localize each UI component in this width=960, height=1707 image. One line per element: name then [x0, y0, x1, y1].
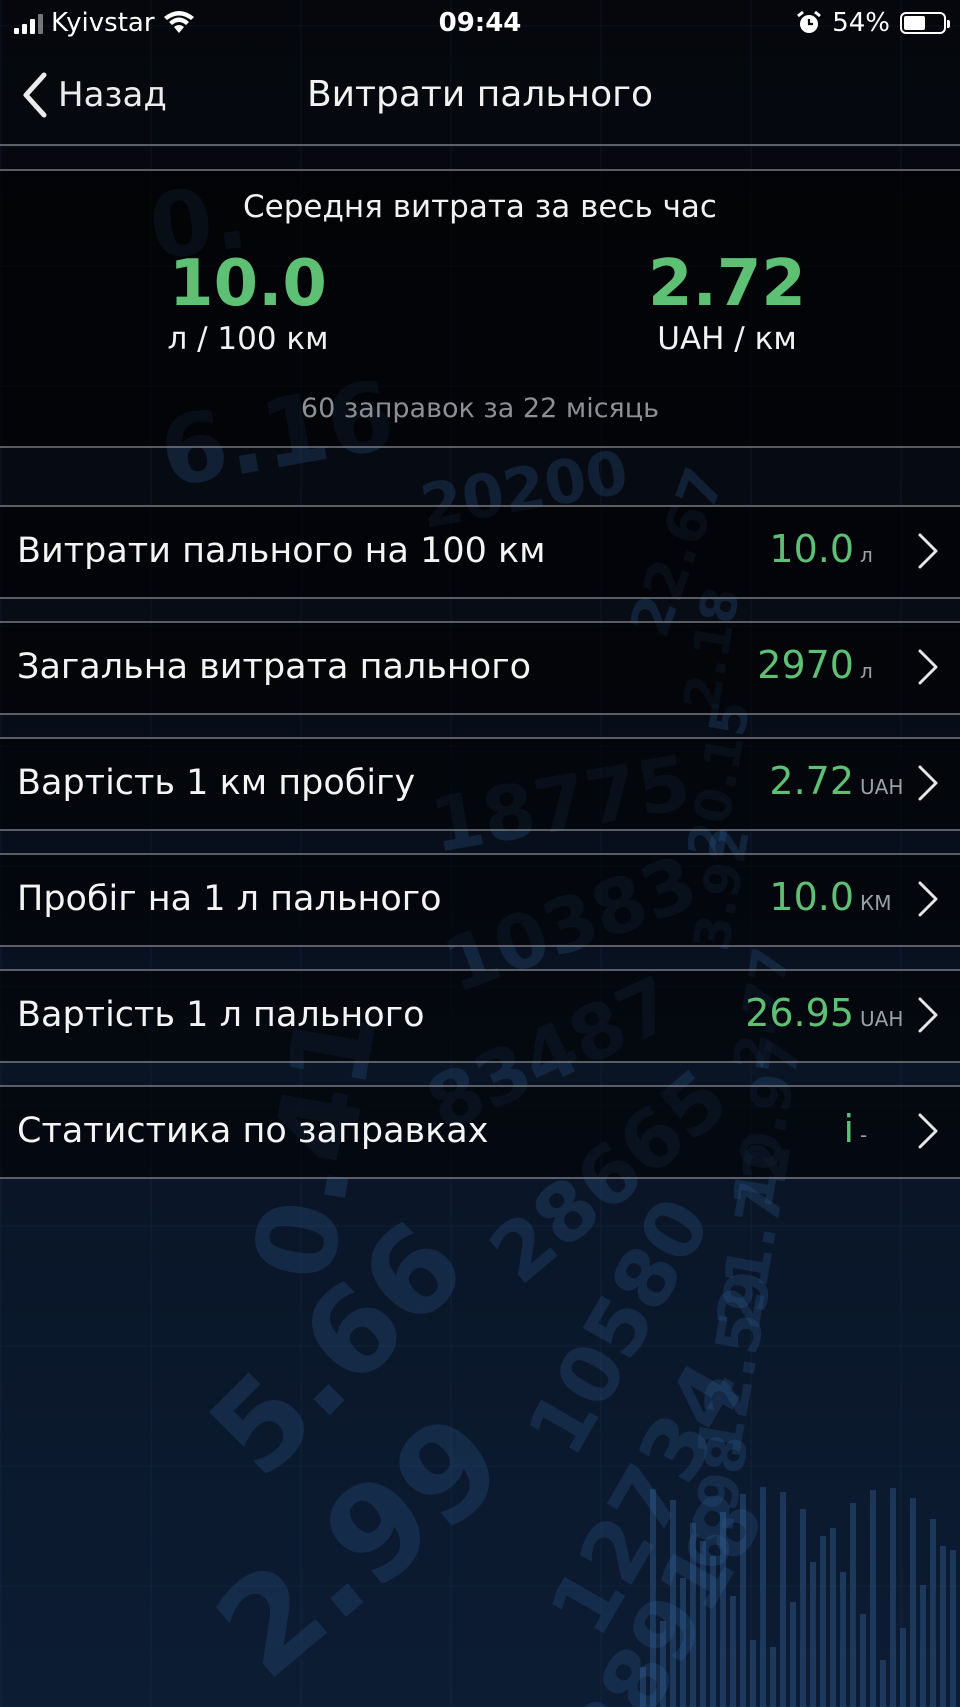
row-value: 10.0 [769, 875, 854, 919]
row-cost-per-liter[interactable]: Вартість 1 л пального 26.95 UAH [0, 969, 960, 1063]
row-value: 2970 [757, 643, 854, 687]
metric-value: 2.72 [648, 247, 806, 321]
row-unit: UAH [860, 1007, 904, 1031]
battery-percent: 54% [832, 8, 890, 38]
alarm-icon [797, 10, 822, 33]
metric-unit: л / 100 км [167, 321, 329, 357]
row-refuel-statistics[interactable]: Статистика по заправках i - [0, 1085, 960, 1179]
row-unit: л [860, 543, 873, 567]
row-unit: КМ [860, 891, 892, 915]
row-label: Вартість 1 л пального [17, 995, 425, 1035]
row-label: Статистика по заправках [17, 1111, 489, 1151]
row-value: 26.95 [745, 991, 854, 1035]
row-unit: - [860, 1123, 868, 1147]
navigation-bar: Назад Витрати пального [0, 50, 960, 146]
row-distance-per-liter[interactable]: Пробіг на 1 л пального 10.0 КМ [0, 853, 960, 947]
row-value: i [843, 1107, 854, 1151]
row-label: Загальна витрата пального [17, 647, 531, 687]
consumption-per-100km-metric: 10.0 л / 100 км [98, 249, 398, 359]
metric-unit: UAH / км [657, 321, 797, 357]
row-consumption-per-100km[interactable]: Витрати пального на 100 км 10.0 л [0, 505, 960, 599]
row-unit: л [860, 659, 873, 683]
row-unit: UAH [860, 775, 904, 799]
battery-icon [900, 12, 950, 34]
row-value: 10.0 [769, 527, 854, 571]
chevron-right-icon [918, 649, 938, 685]
summary-title: Середня витрата за весь час [243, 189, 717, 225]
average-consumption-summary: Середня витрата за весь час 10.0 л / 100… [0, 169, 960, 448]
chevron-right-icon [918, 533, 938, 569]
row-label: Витрати пального на 100 км [17, 531, 546, 571]
chevron-right-icon [918, 881, 938, 917]
status-bar: Kyivstar 09:44 54% [0, 0, 960, 50]
row-total-fuel[interactable]: Загальна витрата пального 2970 л [0, 621, 960, 715]
fuel-consumption-screen: 0. 6.16 20200 22.67 2.18 20.15 3.92 2.77… [0, 0, 960, 1707]
refuel-count-note: 60 заправок за 22 місяць [300, 393, 660, 424]
row-label: Вартість 1 км пробігу [17, 763, 416, 803]
row-label: Пробіг на 1 л пального [17, 879, 442, 919]
chevron-right-icon [918, 765, 938, 801]
metric-value: 10.0 [169, 247, 327, 321]
chevron-right-icon [918, 997, 938, 1033]
page-title: Витрати пального [306, 74, 654, 115]
chevron-right-icon [918, 1113, 938, 1149]
cost-per-km-metric: 2.72 UAH / км [577, 249, 877, 359]
row-cost-per-km[interactable]: Вартість 1 км пробігу 2.72 UAH [0, 737, 960, 831]
row-value: 2.72 [769, 759, 854, 803]
